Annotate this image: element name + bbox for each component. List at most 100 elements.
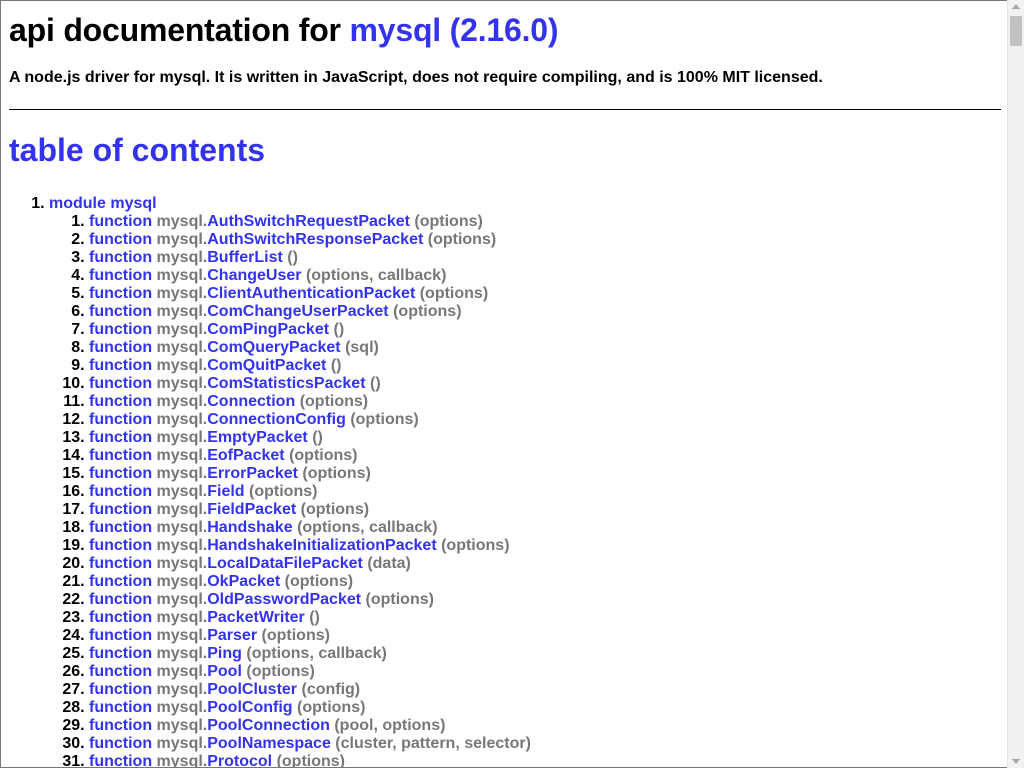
function-name-link[interactable]: LocalDataFilePacket xyxy=(207,555,363,572)
function-namespace: mysql. xyxy=(156,447,208,464)
function-name-link[interactable]: ComPingPacket xyxy=(207,321,329,338)
function-keyword-link[interactable]: function xyxy=(89,393,152,410)
function-namespace: mysql. xyxy=(156,537,208,554)
function-keyword-link[interactable]: function xyxy=(89,519,152,536)
function-keyword-link[interactable]: function xyxy=(89,339,152,356)
function-list-item: function mysql.ComPingPacket () xyxy=(89,321,1001,339)
function-keyword-link[interactable]: function xyxy=(89,717,152,734)
function-name-link[interactable]: ComQueryPacket xyxy=(207,339,340,356)
function-keyword-link[interactable]: function xyxy=(89,411,152,428)
function-name-link[interactable]: BufferList xyxy=(207,249,283,266)
function-keyword-link[interactable]: function xyxy=(89,537,152,554)
function-keyword-link[interactable]: function xyxy=(89,267,152,284)
function-name-link[interactable]: ErrorPacket xyxy=(207,465,298,482)
vertical-scrollbar[interactable] xyxy=(1007,0,1024,768)
function-name-link[interactable]: FieldPacket xyxy=(207,501,296,518)
scroll-up-arrow-icon[interactable] xyxy=(1012,4,1020,9)
function-list-item: function mysql.ConnectionConfig (options… xyxy=(89,411,1001,429)
function-args: () xyxy=(287,249,298,266)
function-keyword-link[interactable]: function xyxy=(89,321,152,338)
function-keyword-link[interactable]: function xyxy=(89,699,152,716)
function-keyword-link[interactable]: function xyxy=(89,735,152,752)
function-name-link[interactable]: Connection xyxy=(207,393,295,410)
function-keyword-link[interactable]: function xyxy=(89,303,152,320)
function-keyword-link[interactable]: function xyxy=(89,555,152,572)
function-namespace: mysql. xyxy=(156,609,208,626)
module-link[interactable]: module mysql xyxy=(49,195,157,212)
function-list-item: function mysql.AuthSwitchResponsePacket … xyxy=(89,231,1001,249)
function-keyword-link[interactable]: function xyxy=(89,375,152,392)
function-args: () xyxy=(369,375,381,392)
function-name-link[interactable]: Pool xyxy=(207,663,242,680)
function-list-item: function mysql.LocalDataFilePacket (data… xyxy=(89,555,1001,573)
function-args: (options, callback) xyxy=(246,645,387,662)
function-keyword-link[interactable]: function xyxy=(89,663,152,680)
function-args: (options) xyxy=(300,501,370,518)
function-list: function mysql.AuthSwitchRequestPacket (… xyxy=(49,213,1001,767)
function-keyword-link[interactable]: function xyxy=(89,681,152,698)
function-keyword-link[interactable]: function xyxy=(89,285,152,302)
function-namespace: mysql. xyxy=(156,285,208,302)
function-name-link[interactable]: PoolConnection xyxy=(207,717,330,734)
function-name-link[interactable]: HandshakeInitializationPacket xyxy=(207,537,436,554)
scroll-down-arrow-icon[interactable] xyxy=(1012,759,1020,764)
function-args: (options) xyxy=(365,591,434,608)
function-namespace: mysql. xyxy=(156,321,208,338)
function-name-link[interactable]: ConnectionConfig xyxy=(207,411,346,428)
function-name-link[interactable]: ChangeUser xyxy=(207,267,301,284)
scroll-thumb[interactable] xyxy=(1010,16,1022,46)
function-keyword-link[interactable]: function xyxy=(89,573,152,590)
function-name-link[interactable]: ComStatisticsPacket xyxy=(207,375,365,392)
function-args: (sql) xyxy=(345,339,379,356)
function-keyword-link[interactable]: function xyxy=(89,357,152,374)
function-namespace: mysql. xyxy=(156,357,208,374)
function-name-link[interactable]: Handshake xyxy=(207,519,292,536)
function-name-link[interactable]: Ping xyxy=(207,645,242,662)
function-name-link[interactable]: PoolCluster xyxy=(207,681,297,698)
function-keyword-link[interactable]: function xyxy=(89,645,152,662)
function-args: (cluster, pattern, selector) xyxy=(335,735,531,752)
function-name-link[interactable]: Parser xyxy=(207,627,257,644)
function-name-link[interactable]: OkPacket xyxy=(207,573,280,590)
function-name-link[interactable]: AuthSwitchResponsePacket xyxy=(207,231,423,248)
function-name-link[interactable]: PacketWriter xyxy=(207,609,305,626)
function-name-link[interactable]: EmptyPacket xyxy=(207,429,308,446)
function-keyword-link[interactable]: function xyxy=(89,249,152,266)
function-namespace: mysql. xyxy=(156,213,208,230)
function-keyword-link[interactable]: function xyxy=(89,447,152,464)
function-keyword-link[interactable]: function xyxy=(89,483,152,500)
function-name-link[interactable]: EofPacket xyxy=(207,447,284,464)
function-name-link[interactable]: PoolConfig xyxy=(207,699,292,716)
function-namespace: mysql. xyxy=(156,375,208,392)
function-keyword-link[interactable]: function xyxy=(89,465,152,482)
function-keyword-link[interactable]: function xyxy=(89,213,152,230)
function-list-item: function mysql.OkPacket (options) xyxy=(89,573,1001,591)
function-list-item: function mysql.ComQuitPacket () xyxy=(89,357,1001,375)
function-name-link[interactable]: Protocol xyxy=(207,753,272,767)
function-name-link[interactable]: ComQuitPacket xyxy=(207,357,326,374)
function-name-link[interactable]: Field xyxy=(207,483,244,500)
function-keyword-link[interactable]: function xyxy=(89,753,152,767)
page-frame: api documentation for mysql (2.16.0) A n… xyxy=(0,0,1007,768)
function-args: (options) xyxy=(302,465,371,482)
function-name-link[interactable]: ClientAuthenticationPacket xyxy=(207,285,415,302)
function-args: (options) xyxy=(393,303,462,320)
function-args: (options) xyxy=(297,699,366,716)
function-name-link[interactable]: OldPasswordPacket xyxy=(207,591,361,608)
function-name-link[interactable]: ComChangeUserPacket xyxy=(207,303,388,320)
function-keyword-link[interactable]: function xyxy=(89,501,152,518)
function-namespace: mysql. xyxy=(156,411,208,428)
function-keyword-link[interactable]: function xyxy=(89,609,152,626)
function-keyword-link[interactable]: function xyxy=(89,591,152,608)
package-link[interactable]: mysql (2.16.0) xyxy=(350,12,559,48)
function-keyword-link[interactable]: function xyxy=(89,627,152,644)
function-keyword-link[interactable]: function xyxy=(89,429,152,446)
function-name-link[interactable]: AuthSwitchRequestPacket xyxy=(207,213,410,230)
function-list-item: function mysql.FieldPacket (options) xyxy=(89,501,1001,519)
function-namespace: mysql. xyxy=(156,645,208,662)
function-list-item: function mysql.PoolConnection (pool, opt… xyxy=(89,717,1001,735)
function-name-link[interactable]: PoolNamespace xyxy=(207,735,331,752)
function-keyword-link[interactable]: function xyxy=(89,231,152,248)
function-args: (options) xyxy=(441,537,510,554)
toc-heading[interactable]: table of contents xyxy=(9,132,1001,169)
